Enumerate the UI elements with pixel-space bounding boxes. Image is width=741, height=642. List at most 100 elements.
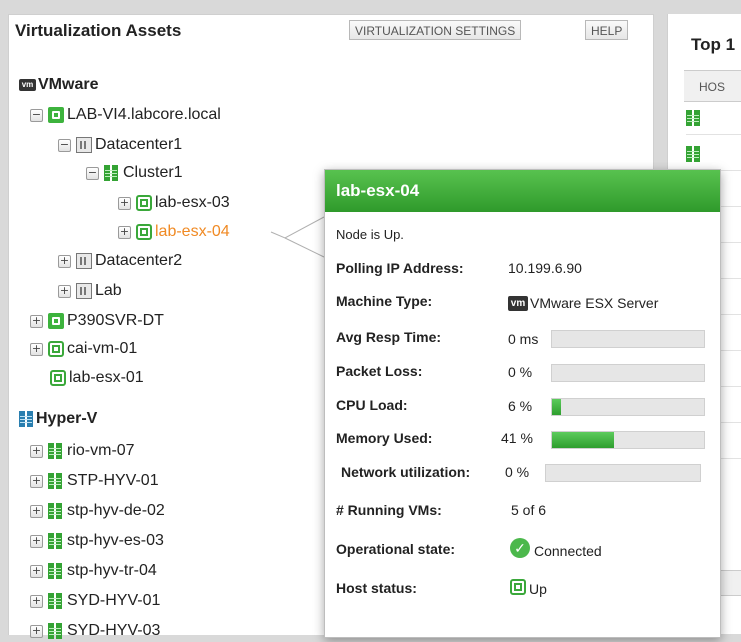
esx-host-icon [136,224,152,240]
avg-resp-bar [551,330,705,348]
checkmark-icon: ✓ [510,538,530,558]
tree-item-label: Lab [95,282,122,299]
network-utilization-value: 0 % [505,464,530,480]
operational-state-value: ✓ Connected [510,538,602,559]
expand-icon[interactable]: + [30,314,43,328]
tree-item-label: P390SVR-DT [67,312,164,329]
popup-title: lab-esx-04 [325,170,720,212]
host-icon [686,146,702,162]
host-up-icon [510,579,526,595]
expand-icon[interactable]: + [58,254,71,268]
packet-loss-value: 0 % [508,364,533,380]
top-hosts-title: Top 1 [691,35,736,54]
collapse-icon[interactable]: − [86,166,99,180]
tree-item-label: Datacenter2 [95,252,183,269]
tree-item-label: lab-esx-01 [69,369,144,386]
vmware-logo-icon: vm [508,295,528,311]
expand-icon[interactable]: + [30,444,43,458]
tree-item[interactable]: − LAB-VI4.labcore.local [30,104,221,126]
cpu-load-label: CPU Load: [336,397,408,413]
tree-item[interactable]: + SYD-HYV-03 [30,620,160,642]
packet-loss-label: Packet Loss: [336,363,423,379]
hyperv-host-icon [48,563,64,579]
expand-icon[interactable]: + [30,624,43,638]
tree-item-label: lab-esx-03 [155,194,230,211]
tree-item[interactable]: + stp-hyv-de-02 [30,500,165,522]
tree-item[interactable]: + Lab [58,280,122,302]
machine-type-text: VMware ESX Server [530,295,659,311]
hyperv-host-icon [48,623,64,639]
cpu-load-bar-fill [552,399,562,415]
tree-item-label: rio-vm-07 [67,442,135,459]
hyperv-host-icon [48,593,64,609]
tree-item-label: cai-vm-01 [67,340,138,357]
tree-item[interactable]: lab-esx-01 [50,367,144,389]
expand-icon[interactable]: + [30,564,43,578]
node-status-text: Node is Up. [336,227,404,242]
tree-item-label: SYD-HYV-03 [67,622,161,639]
hyperv-host-icon [48,473,64,489]
panel-title: Virtualization Assets [15,21,182,40]
expand-icon[interactable]: + [30,504,43,518]
table-row[interactable] [686,138,741,171]
expand-icon[interactable]: + [30,534,43,548]
packet-loss-bar [551,364,705,382]
tree-item-label: SYD-HYV-01 [67,592,161,609]
tree-item[interactable]: + Datacenter2 [58,250,182,272]
expand-icon[interactable]: + [30,474,43,488]
collapse-icon[interactable]: − [58,138,71,152]
tree-item[interactable]: + lab-esx-03 [118,192,230,214]
hyperv-logo-icon [19,411,33,427]
esx-host-icon [50,370,66,386]
tree-item[interactable]: − Datacenter1 [58,134,182,156]
tree-item[interactable]: − Cluster1 [86,162,183,184]
help-button[interactable]: HELP [585,20,629,40]
tree-item-label: LAB-VI4.labcore.local [67,106,221,123]
datacenter-icon [76,253,92,269]
cpu-load-bar [551,398,705,416]
tree-item[interactable]: + STP-HYV-01 [30,470,159,492]
cpu-load-value: 6 % [508,398,533,414]
virtualization-settings-button[interactable]: VIRTUALIZATION SETTINGS [349,20,522,40]
memory-used-label: Memory Used: [336,430,433,446]
tree-item-label: Datacenter1 [95,136,183,153]
expand-icon[interactable]: + [58,284,71,298]
table-row[interactable] [686,102,741,135]
expand-icon[interactable]: + [118,196,131,210]
hyperv-host-icon [48,533,64,549]
tree-item[interactable]: + P390SVR-DT [30,310,164,332]
host-column-header[interactable]: HOS [684,70,741,102]
tree-item[interactable]: + cai-vm-01 [30,338,137,360]
tree-item[interactable]: + lab-esx-04 [118,221,230,243]
host-icon [686,110,702,126]
hyperv-host-icon [48,503,64,519]
vmware-group-label: VMware [38,76,99,93]
expand-icon[interactable]: + [30,594,43,608]
host-details-popup: lab-esx-04 Node is Up. Polling IP Addres… [324,169,721,638]
hyperv-host-icon [48,443,64,459]
memory-used-value: 41 % [501,430,533,446]
expand-icon[interactable]: + [30,342,43,356]
tree-item-label: stp-hyv-es-03 [67,532,164,549]
tree-item[interactable]: + SYD-HYV-01 [30,590,160,612]
tree-item-label: lab-esx-04 [155,223,230,240]
polling-ip-value: 10.199.6.90 [508,260,582,276]
vcenter-icon [48,313,64,329]
hyperv-group[interactable]: Hyper-V [19,408,97,430]
tree-item[interactable]: + rio-vm-07 [30,440,135,462]
vmware-group[interactable]: vm VMware [19,74,98,96]
avg-resp-value: 0 ms [508,331,539,347]
tree-item-label: STP-HYV-01 [67,472,159,489]
memory-used-bar [551,431,705,449]
tree-item[interactable]: + stp-hyv-es-03 [30,530,164,552]
expand-icon[interactable]: + [118,225,131,239]
network-utilization-label: Network utilization: [341,464,471,480]
collapse-icon[interactable]: − [30,108,43,122]
memory-used-bar-fill [552,432,615,448]
tree-item-label: stp-hyv-de-02 [67,502,165,519]
avg-resp-label: Avg Resp Time: [336,329,442,345]
tree-item[interactable]: + stp-hyv-tr-04 [30,560,157,582]
vcenter-icon [48,107,64,123]
vmware-logo-icon: vm [19,79,36,91]
host-status-label: Host status: [336,580,417,596]
